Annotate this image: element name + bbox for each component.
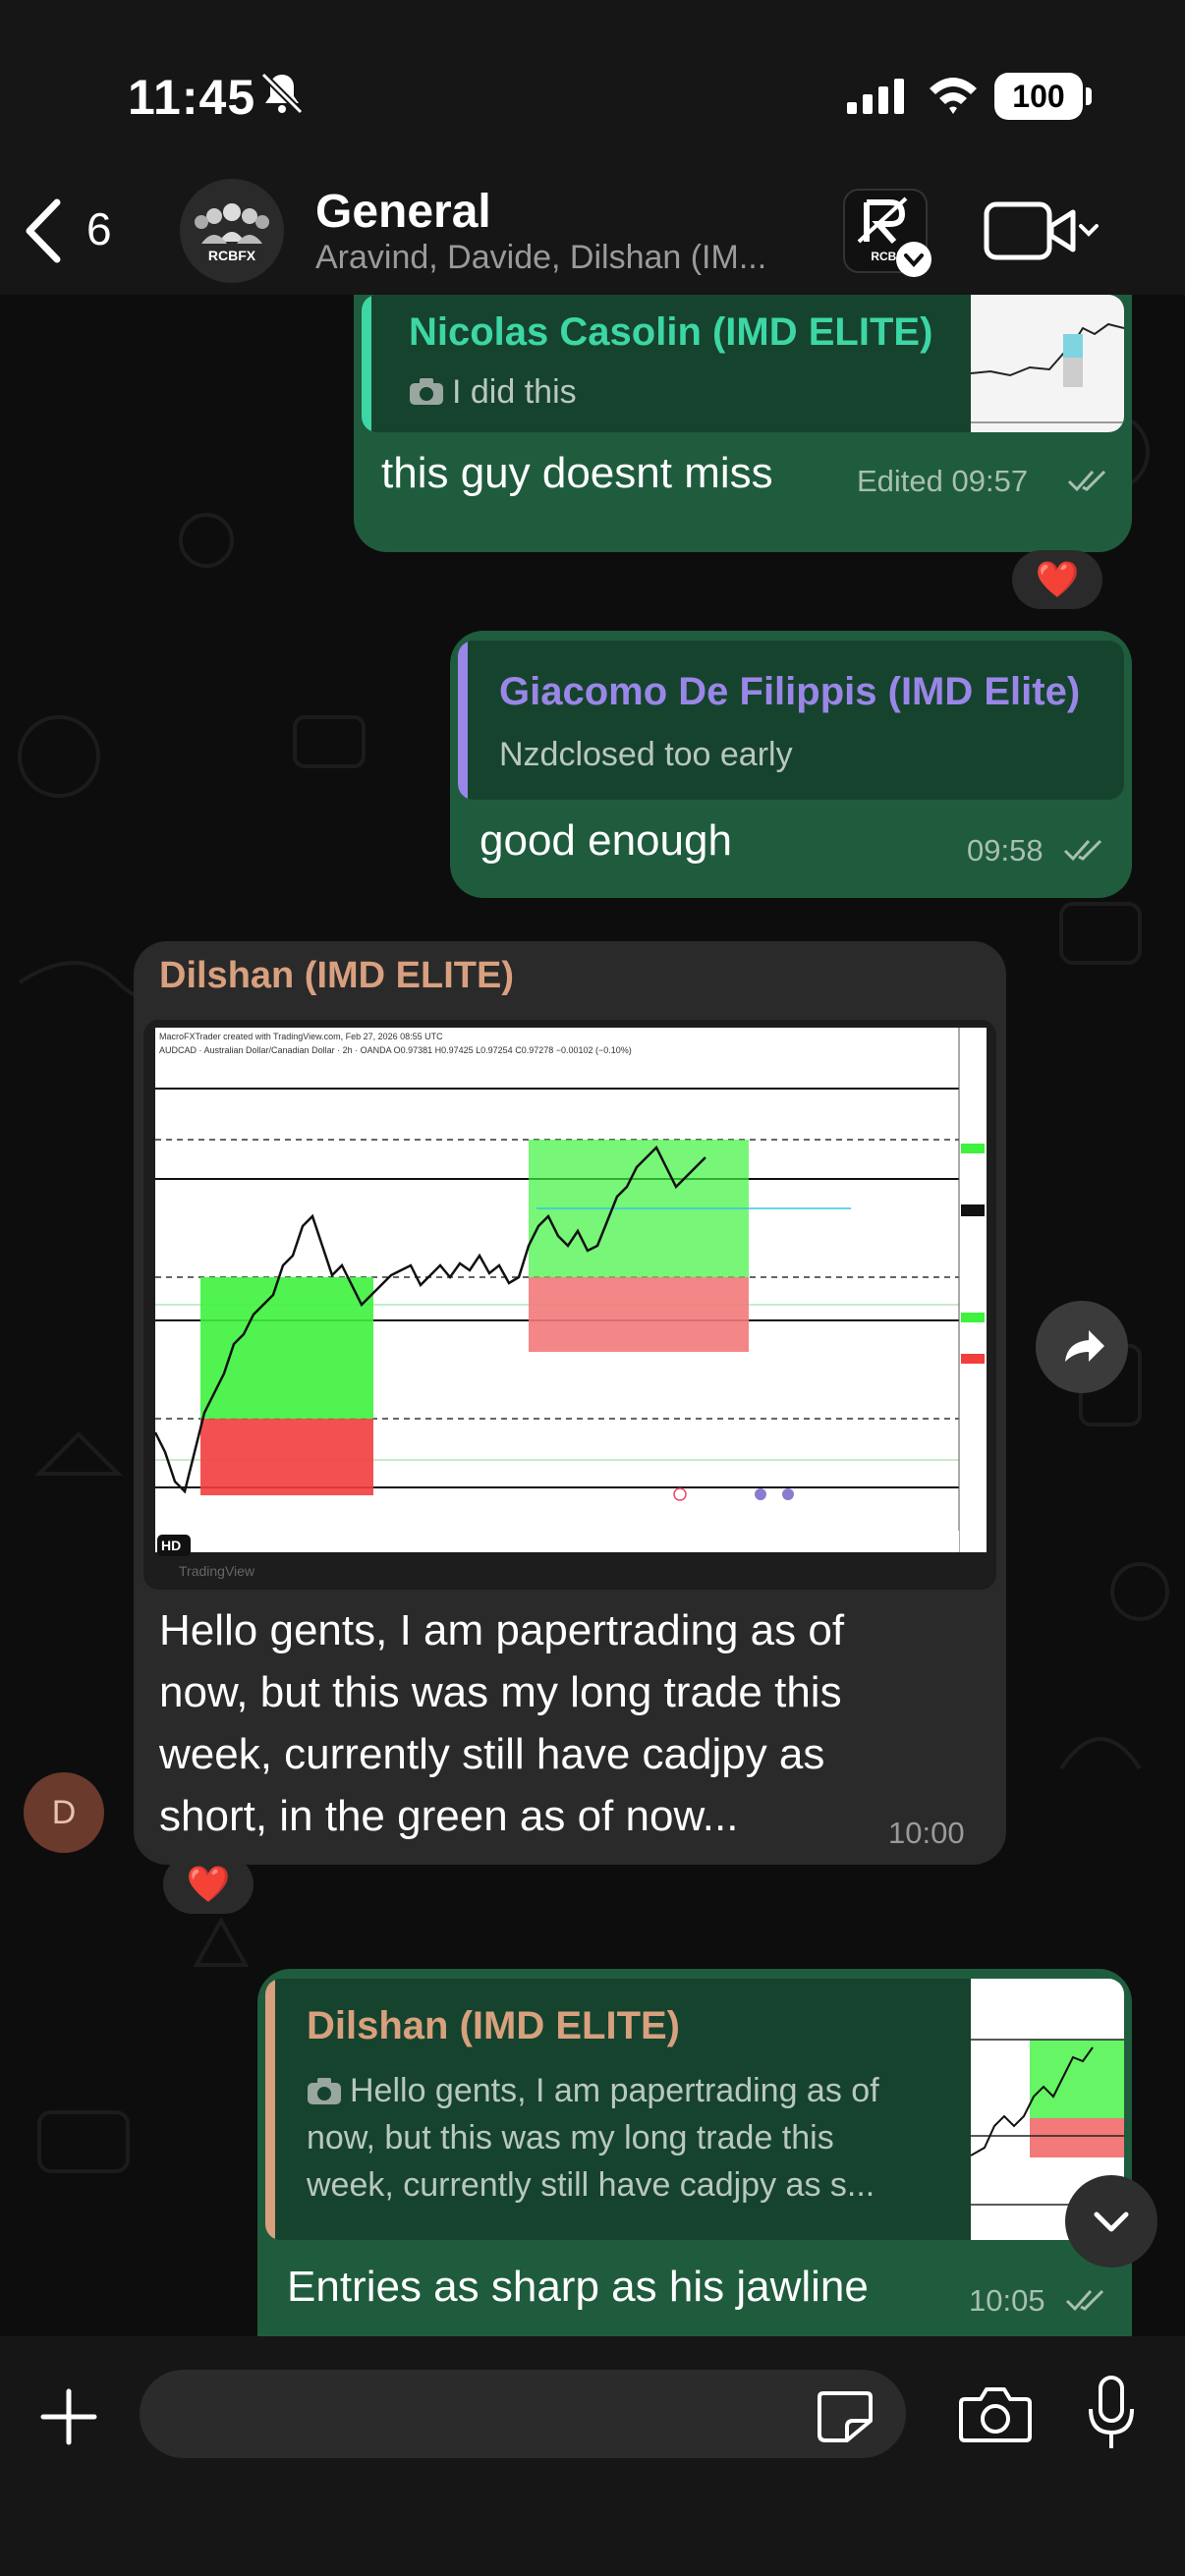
message-timestamp: 09:58 (967, 833, 1044, 868)
quote-text: I did this (452, 373, 577, 411)
forward-button[interactable] (1036, 1301, 1128, 1393)
quote-sender: Dilshan (IMD ELITE) (307, 2004, 680, 2047)
reply-quote[interactable]: Giacomo De Filippis (IMD Elite) Nzdclose… (458, 641, 1124, 800)
message-bubble-outgoing[interactable]: Nicolas Casolin (IMD ELITE) I did this t… (354, 295, 1132, 552)
message-input[interactable] (140, 2370, 906, 2458)
rcbi-app-button[interactable]: RCBI (843, 189, 931, 277)
wifi-icon (930, 78, 977, 114)
message-timestamp: Edited 09:57 (857, 464, 1029, 498)
quote-thumbnail (971, 295, 1124, 432)
camera-small-icon (308, 2078, 341, 2104)
plus-icon[interactable] (39, 2387, 98, 2446)
status-bar: 11:45 100 (0, 0, 1185, 167)
message-text: good enough (480, 816, 732, 865)
image-header-text: MacroFXTrader created with TradingView.c… (159, 1032, 443, 1041)
quote-text-line: week, currently still have cadjpy as s..… (307, 2166, 875, 2204)
group-people-icon (195, 203, 269, 244)
message-text-line: now, but this was my long trade this (159, 1668, 842, 1716)
message-text-line: Hello gents, I am papertrading as of (159, 1606, 845, 1654)
chevron-down-icon (1094, 2212, 1129, 2232)
chevron-down-icon (896, 242, 931, 277)
tradingview-watermark: TradingView (179, 1563, 255, 1579)
hd-badge: HD (161, 1538, 181, 1553)
image-symbol-text: AUDCAD · Australian Dollar/Canadian Doll… (159, 1045, 632, 1055)
message-text-line: week, currently still have cadjpy as (159, 1730, 825, 1778)
back-unread-count[interactable]: 6 (86, 202, 112, 255)
reaction-badge[interactable]: ❤️ (163, 1855, 254, 1914)
composer-bar (0, 2336, 1185, 2576)
sticker-icon[interactable] (816, 2387, 875, 2444)
bell-muted-icon (260, 72, 304, 115)
group-avatar[interactable]: RCBFX (180, 179, 284, 283)
back-chevron-icon[interactable] (20, 196, 69, 265)
camera-icon[interactable] (959, 2383, 1032, 2444)
message-text: this guy doesnt miss (381, 449, 773, 497)
reaction-badge[interactable]: ❤️ (1012, 550, 1102, 609)
message-bubble-incoming[interactable]: Dilshan (IMD ELITE) MacroFXTrader create… (134, 941, 1006, 1865)
scroll-to-bottom-button[interactable] (1065, 2175, 1157, 2268)
status-time: 11:45 (128, 70, 256, 125)
quote-text: Nzdclosed too early (499, 736, 793, 773)
reply-quote[interactable]: Dilshan (IMD ELITE) Hello gents, I am pa… (265, 1979, 1124, 2240)
message-timestamp: 10:00 (888, 1816, 965, 1850)
read-ticks-icon (1065, 2289, 1104, 2312)
microphone-icon[interactable] (1087, 2376, 1136, 2452)
read-ticks-icon (1063, 839, 1102, 862)
sender-avatar[interactable]: D (24, 1772, 104, 1853)
message-bubble-outgoing[interactable]: Giacomo De Filippis (IMD Elite) Nzdclose… (450, 631, 1132, 898)
cellular-signal-icon (847, 79, 904, 114)
chat-header: 6 RCBFX General Aravind, Davide, Dilshan… (0, 167, 1185, 295)
message-text-line: short, in the green as of now... (159, 1792, 739, 1840)
message-sender[interactable]: Dilshan (IMD ELITE) (159, 955, 514, 997)
quote-text-line: now, but this was my long trade this (307, 2119, 834, 2156)
camera-small-icon (410, 378, 443, 405)
quote-sender: Nicolas Casolin (IMD ELITE) (409, 310, 933, 354)
message-bubble-outgoing[interactable]: Dilshan (IMD ELITE) Hello gents, I am pa… (257, 1969, 1132, 2336)
message-timestamp: 10:05 (969, 2283, 1045, 2318)
shared-image[interactable]: MacroFXTrader created with TradingView.c… (143, 1020, 996, 1590)
rcbi-logo-icon (857, 196, 908, 244)
read-ticks-icon (1067, 470, 1106, 492)
trading-chart-image: MacroFXTrader created with TradingView.c… (143, 1020, 996, 1590)
quote-text-line: Hello gents, I am papertrading as of (350, 2072, 879, 2109)
forward-arrow-icon (1065, 1330, 1104, 1362)
reply-quote[interactable]: Nicolas Casolin (IMD ELITE) I did this (362, 295, 1124, 432)
video-call-icon[interactable] (983, 196, 1100, 265)
quote-sender: Giacomo De Filippis (IMD Elite) (499, 670, 1081, 713)
chat-title[interactable]: General (315, 185, 491, 239)
battery-indicator: 100 (994, 73, 1092, 120)
chat-members[interactable]: Aravind, Davide, Dilshan (IM... (315, 239, 766, 277)
group-avatar-text: RCBFX (207, 248, 256, 263)
message-text: Entries as sharp as his jawline (287, 2263, 869, 2311)
message-list[interactable]: Nicolas Casolin (IMD ELITE) I did this t… (0, 295, 1185, 2336)
